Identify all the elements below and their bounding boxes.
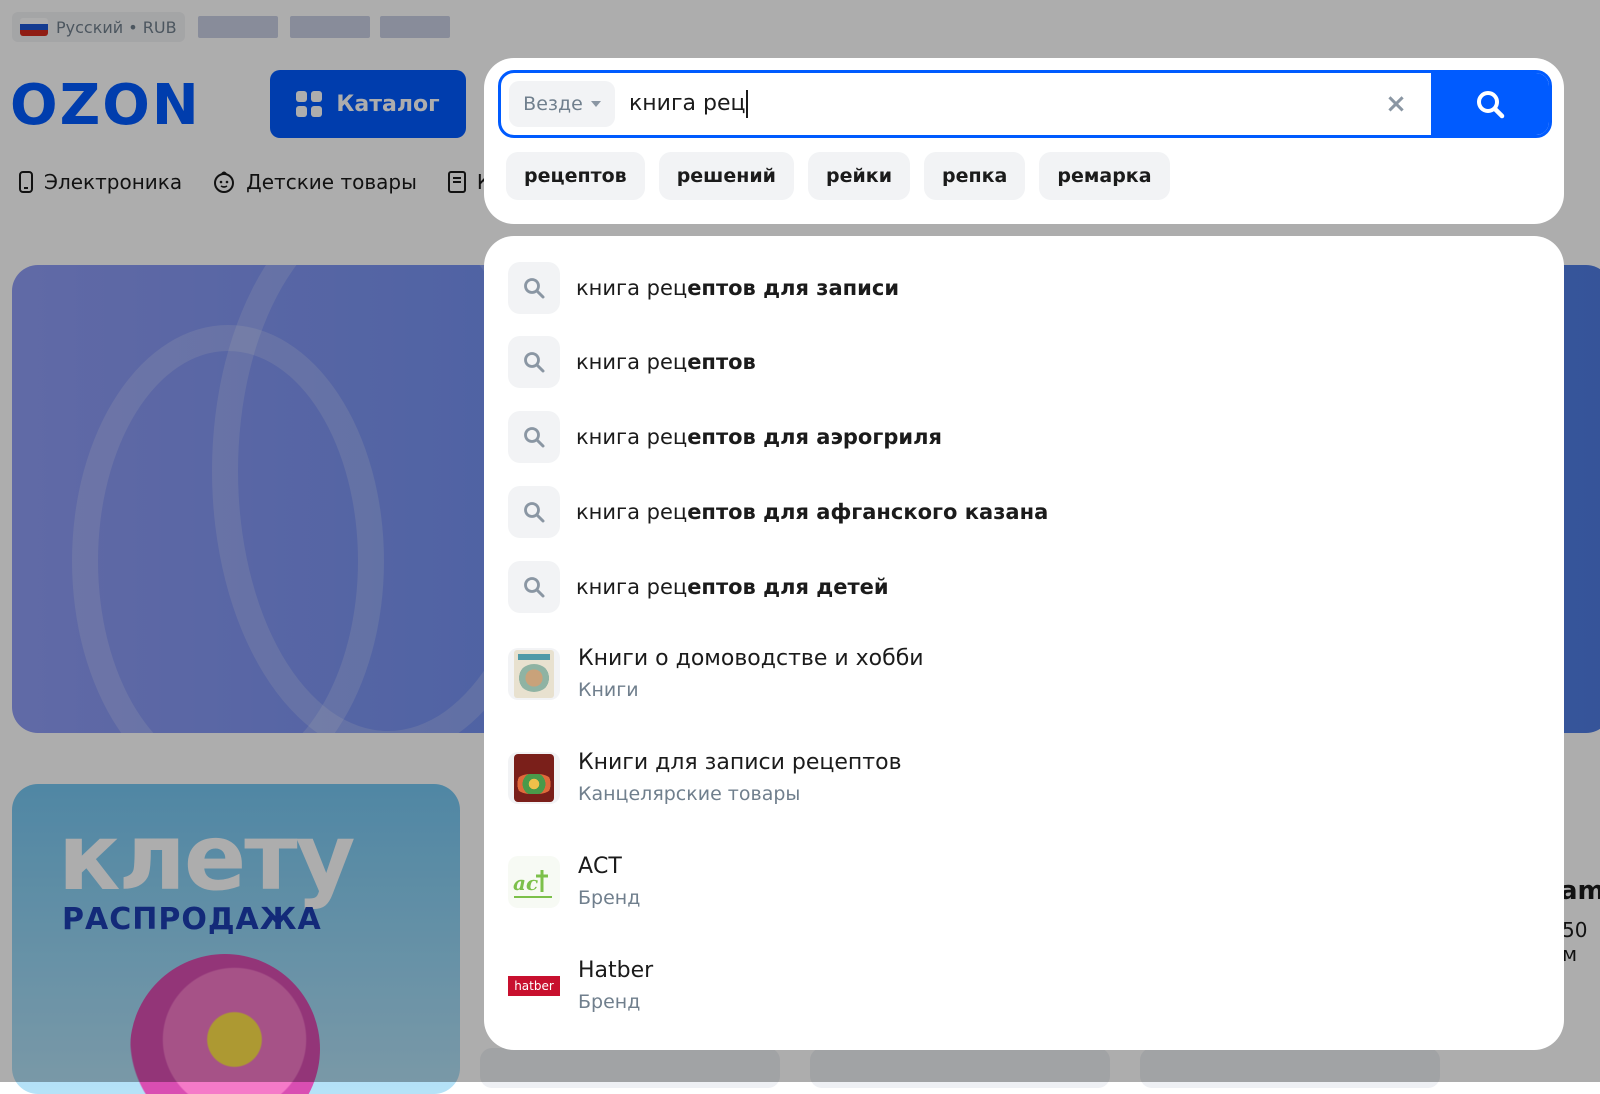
search-icon	[508, 336, 560, 388]
query-suggestion[interactable]: книга рецептов для афганского казана	[508, 486, 1048, 538]
search-button[interactable]	[1431, 73, 1549, 135]
search-icon	[508, 262, 560, 314]
category-suggestion[interactable]: Книги для записи рецептов Канцелярские т…	[508, 750, 902, 805]
scope-label: Везде	[523, 93, 583, 115]
search-input[interactable]: книга рец	[629, 73, 748, 135]
suggestion-title: АСТ	[578, 854, 622, 879]
suggestion-subtitle: Канцелярские товары	[578, 783, 801, 805]
completion-chip[interactable]: ремарка	[1039, 152, 1170, 200]
completion-chip[interactable]: рецептов	[506, 152, 645, 200]
query-suggestion[interactable]: книга рецептов	[508, 336, 756, 388]
query-suggestion[interactable]: книга рецептов для записи	[508, 262, 899, 314]
svg-text:ac: ac	[513, 871, 538, 895]
notebook-cover-icon	[508, 751, 560, 804]
completion-chip[interactable]: рейки	[808, 152, 911, 200]
suggestion-text-block: Hatber Бренд	[578, 958, 653, 1013]
completion-chip[interactable]: решений	[658, 152, 794, 200]
search-scope-dropdown[interactable]: Везде	[509, 81, 615, 127]
suggestion-subtitle: Бренд	[578, 991, 641, 1013]
brand-suggestion[interactable]: ac АСТ Бренд	[508, 854, 640, 909]
hatber-logo-icon: hatber	[508, 959, 560, 1012]
suggestion-text: книга рецептов для аэрогриля	[576, 425, 942, 449]
search-box: Везде книга рец ×	[498, 70, 1552, 138]
suggestion-title: Книги о домоводстве и хобби	[578, 646, 924, 671]
suggestion-subtitle: Книги	[578, 679, 639, 701]
search-panel: Везде книга рец × рецептов решений рейки…	[484, 58, 1564, 224]
completion-chips: рецептов решений рейки репка ремарка	[506, 152, 1170, 200]
suggestion-text: книга рецептов для детей	[576, 575, 889, 599]
completion-chip[interactable]: репка	[924, 152, 1026, 200]
clear-icon[interactable]: ×	[1381, 89, 1411, 119]
category-suggestion[interactable]: Книги о домоводстве и хобби Книги	[508, 646, 924, 701]
search-icon	[508, 411, 560, 463]
suggestion-title: Hatber	[578, 958, 654, 983]
suggestion-text-block: Книги о домоводстве и хобби Книги	[578, 646, 924, 701]
suggestion-subtitle: Бренд	[578, 887, 641, 909]
search-icon	[1477, 91, 1505, 119]
search-icon	[508, 561, 560, 613]
suggestion-text-block: АСТ Бренд	[578, 854, 640, 909]
suggestions-panel: книга рецептов для записи книга рецептов…	[484, 236, 1564, 1050]
suggestion-title: Книги для записи рецептов	[578, 750, 902, 775]
query-suggestion[interactable]: книга рецептов для аэрогриля	[508, 411, 942, 463]
suggestion-text-block: Книги для записи рецептов Канцелярские т…	[578, 750, 902, 805]
search-icon	[508, 486, 560, 538]
suggestion-text: книга рецептов	[576, 350, 756, 374]
chevron-down-icon	[590, 101, 601, 107]
suggestion-text: книга рецептов для записи	[576, 276, 900, 300]
book-cover-icon	[508, 647, 560, 700]
ast-logo-icon: ac	[508, 855, 560, 908]
suggestion-text: книга рецептов для афганского казана	[576, 500, 1049, 524]
query-suggestion[interactable]: книга рецептов для детей	[508, 561, 889, 613]
brand-suggestion[interactable]: hatber Hatber Бренд	[508, 958, 653, 1013]
